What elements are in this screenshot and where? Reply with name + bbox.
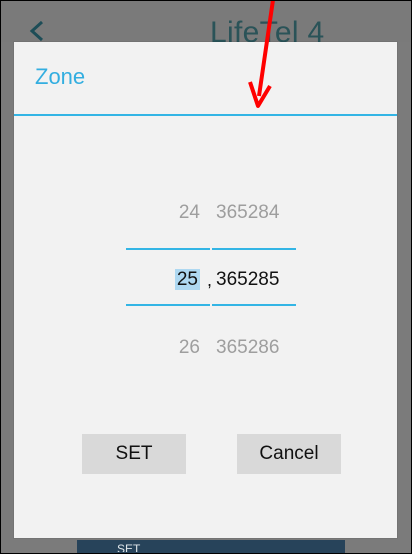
red-arrow-icon <box>248 0 275 108</box>
value-number-picker[interactable]: 365284 365285 365286 <box>212 182 296 382</box>
picker-left-prev-value[interactable]: 24 <box>126 201 210 225</box>
cancel-button[interactable]: Cancel <box>237 434 341 474</box>
picker-left-top-line <box>126 248 210 250</box>
picker-right-prev-value[interactable]: 365284 <box>212 201 296 225</box>
picker-right-bottom-line <box>212 304 296 306</box>
back-arrow-icon[interactable] <box>26 20 48 42</box>
screen: LifeTel 4 SET Zone 24 25 26 , 365284 365… <box>0 0 412 554</box>
picker-left-current-value[interactable]: 25 <box>126 268 210 292</box>
app-bar: LifeTel 4 <box>0 0 412 48</box>
picker-left-selected-text[interactable]: 25 <box>174 269 200 290</box>
picker-left-bottom-line <box>126 304 210 306</box>
picker-left-next-value[interactable]: 26 <box>126 336 210 360</box>
dialog-title: Zone <box>35 64 86 89</box>
zone-dialog: Zone 24 25 26 , 365284 365285 365286 SET… <box>14 42 397 538</box>
set-button[interactable]: SET <box>82 434 186 474</box>
title-divider <box>14 114 397 116</box>
picker-right-next-value[interactable]: 365286 <box>212 336 296 360</box>
bottom-button-label: SET <box>117 543 141 552</box>
picker-right-current-value[interactable]: 365285 <box>212 268 296 292</box>
zone-number-picker[interactable]: 24 25 26 <box>126 182 210 382</box>
picker-right-top-line <box>212 248 296 250</box>
